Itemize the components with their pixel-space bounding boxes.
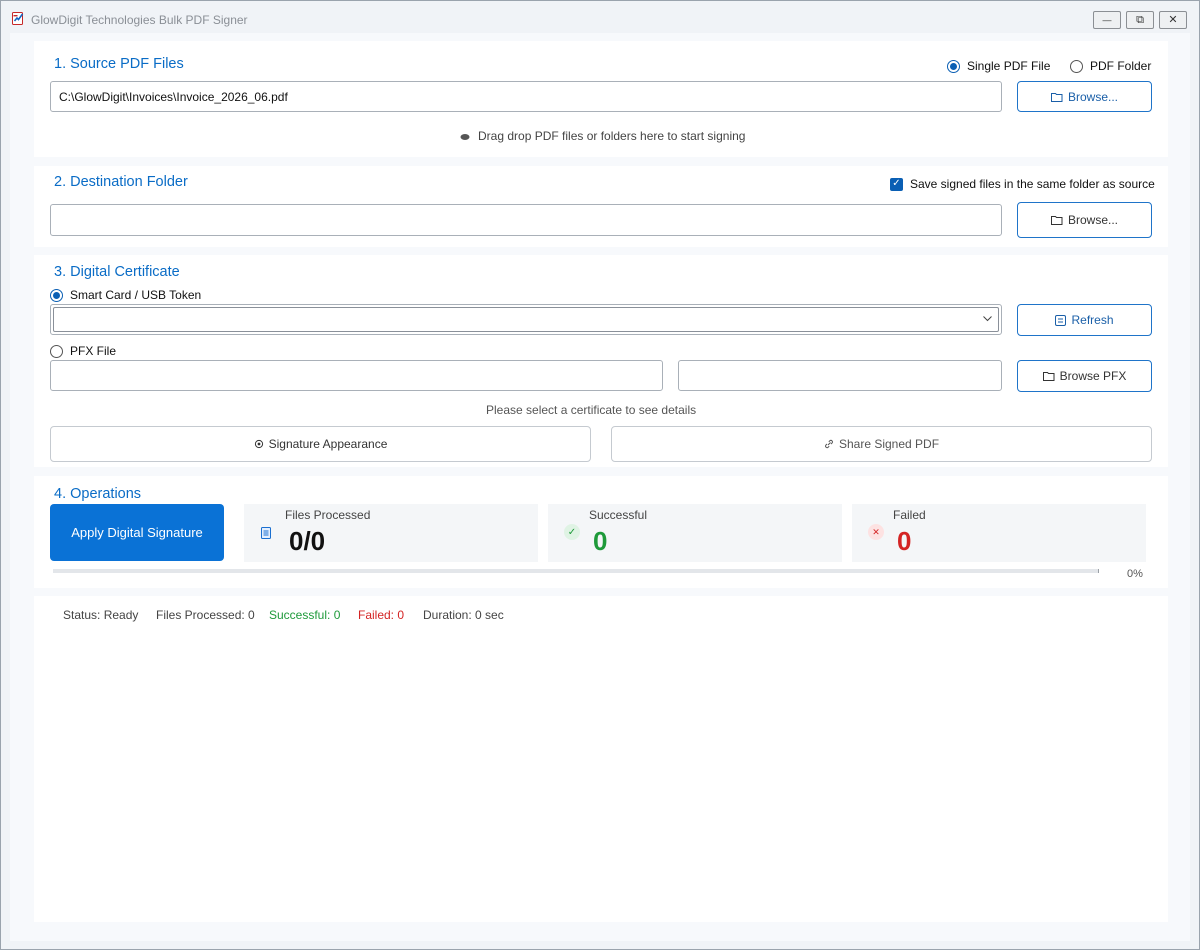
pfx-file-radio-indicator (50, 344, 63, 358)
operations-section-title: 4. Operations (54, 486, 142, 502)
document-icon (261, 527, 271, 539)
smart-card-radio-indicator (50, 288, 63, 302)
close-icon: ✕ (1168, 13, 1178, 26)
app-logo-icon (12, 12, 24, 25)
destination-browse-button[interactable]: Browse... (1017, 202, 1152, 238)
restore-icon: ⧉ (1136, 13, 1144, 26)
pfx-path-input[interactable] (50, 360, 663, 391)
token-dropdown[interactable] (50, 304, 1002, 335)
pfx-file-radio[interactable]: PFX File (50, 344, 116, 358)
chevron-down-icon (983, 316, 992, 322)
progress-percent: 0% (1127, 568, 1143, 580)
drop-zone[interactable]: Drag drop PDF files or folders here to s… (460, 129, 745, 143)
signature-appearance-button[interactable]: Signature Appearance (50, 426, 591, 462)
success-check-icon: ✓ (564, 524, 580, 540)
title-bar: GlowDigit Technologies Bulk PDF Signer —… (1, 1, 1199, 37)
status-failed: Failed: 0 (358, 608, 405, 622)
pdf-folder-radio[interactable]: PDF Folder (1070, 59, 1151, 73)
destination-section: 2. Destination Folder ✓ Save signed file… (34, 166, 1168, 247)
same-folder-checkbox-label: Save signed files in the same folder as … (910, 177, 1155, 191)
token-dropdown-inner (53, 307, 999, 332)
pdf-folder-radio-indicator (1070, 59, 1083, 73)
files-processed-label: Files Processed (285, 508, 371, 522)
status-text: Status: Ready (63, 608, 139, 622)
successful-card: ✓ Successful 0 (548, 504, 842, 562)
minimize-button[interactable]: — (1093, 11, 1121, 29)
folder-icon (1050, 216, 1063, 225)
app-window: GlowDigit Technologies Bulk PDF Signer —… (0, 0, 1200, 950)
status-files-processed: Files Processed: 0 (156, 608, 255, 622)
certificate-section-title: 3. Digital Certificate (54, 264, 180, 280)
single-pdf-radio[interactable]: Single PDF File (947, 59, 1050, 73)
single-pdf-radio-label: Single PDF File (967, 59, 1051, 73)
signature-appearance-label: Signature Appearance (268, 437, 388, 451)
restore-button[interactable]: ⧉ (1126, 11, 1154, 29)
refresh-label: Refresh (1071, 313, 1114, 327)
destination-path-input[interactable] (50, 204, 1002, 236)
folder-icon (1050, 92, 1063, 102)
apply-signature-button[interactable]: Apply Digital Signature (50, 504, 224, 561)
close-button[interactable]: ✕ (1159, 11, 1187, 29)
source-path-input[interactable]: C:\GlowDigit\Invoices\Invoice_2026_06.pd… (50, 81, 1002, 112)
checkbox-check-icon: ✓ (890, 177, 903, 191)
failed-x-icon: ✕ (868, 524, 884, 540)
pdf-folder-radio-label: PDF Folder (1090, 59, 1152, 73)
destination-section-title: 2. Destination Folder (54, 174, 188, 190)
pfx-password-input[interactable] (678, 360, 1002, 391)
files-processed-value: 0/0 (289, 526, 326, 556)
status-successful: Successful: 0 (269, 608, 341, 622)
certificate-details-hint: Please select a certificate to see detai… (486, 403, 697, 417)
smart-card-radio[interactable]: Smart Card / USB Token (50, 288, 201, 302)
refresh-button[interactable]: Refresh (1017, 304, 1152, 336)
window-title: GlowDigit Technologies Bulk PDF Signer (31, 13, 248, 27)
progress-bar (53, 569, 1099, 573)
source-browse-label: Browse... (1067, 89, 1118, 104)
destination-browse-label: Browse... (1067, 213, 1118, 227)
status-duration: Duration: 0 sec (423, 608, 504, 622)
same-folder-checkbox[interactable]: ✓ Save signed files in the same folder a… (890, 177, 1155, 191)
smart-card-radio-label: Smart Card / USB Token (70, 288, 202, 302)
cloud-icon (460, 133, 470, 140)
source-section: 1. Source PDF Files Single PDF File PDF … (34, 41, 1168, 157)
operations-section: 4. Operations Apply Digital Signature Fi… (34, 476, 1168, 588)
refresh-icon (1055, 314, 1067, 326)
failed-label: Failed (893, 508, 926, 522)
pfx-file-radio-label: PFX File (70, 344, 117, 358)
gear-icon (254, 439, 263, 449)
folder-icon (1042, 372, 1055, 381)
browse-pfx-label: Browse PFX (1059, 369, 1127, 383)
source-browse-button[interactable]: Browse... (1017, 81, 1152, 112)
browse-pfx-button[interactable]: Browse PFX (1017, 360, 1152, 392)
successful-value: 0 (593, 526, 608, 556)
single-pdf-radio-indicator (947, 59, 960, 73)
status-panel: Status: Ready Files Processed: 0 Success… (34, 596, 1168, 922)
failed-card: ✕ Failed 0 (852, 504, 1146, 562)
share-signed-pdf-button[interactable]: Share Signed PDF (611, 426, 1152, 462)
share-signed-pdf-label: Share Signed PDF (838, 437, 940, 451)
failed-value: 0 (897, 526, 912, 556)
certificate-section: 3. Digital Certificate Smart Card / USB … (34, 255, 1168, 467)
files-processed-card: Files Processed 0/0 (244, 504, 538, 562)
source-section-title: 1. Source PDF Files (54, 56, 184, 72)
drop-hint-text: Drag drop PDF files or folders here to s… (478, 129, 746, 143)
main-content: 1. Source PDF Files Single PDF File PDF … (10, 33, 1190, 941)
successful-label: Successful (589, 508, 648, 522)
link-icon (825, 439, 833, 449)
minimize-icon: — (1102, 14, 1112, 25)
